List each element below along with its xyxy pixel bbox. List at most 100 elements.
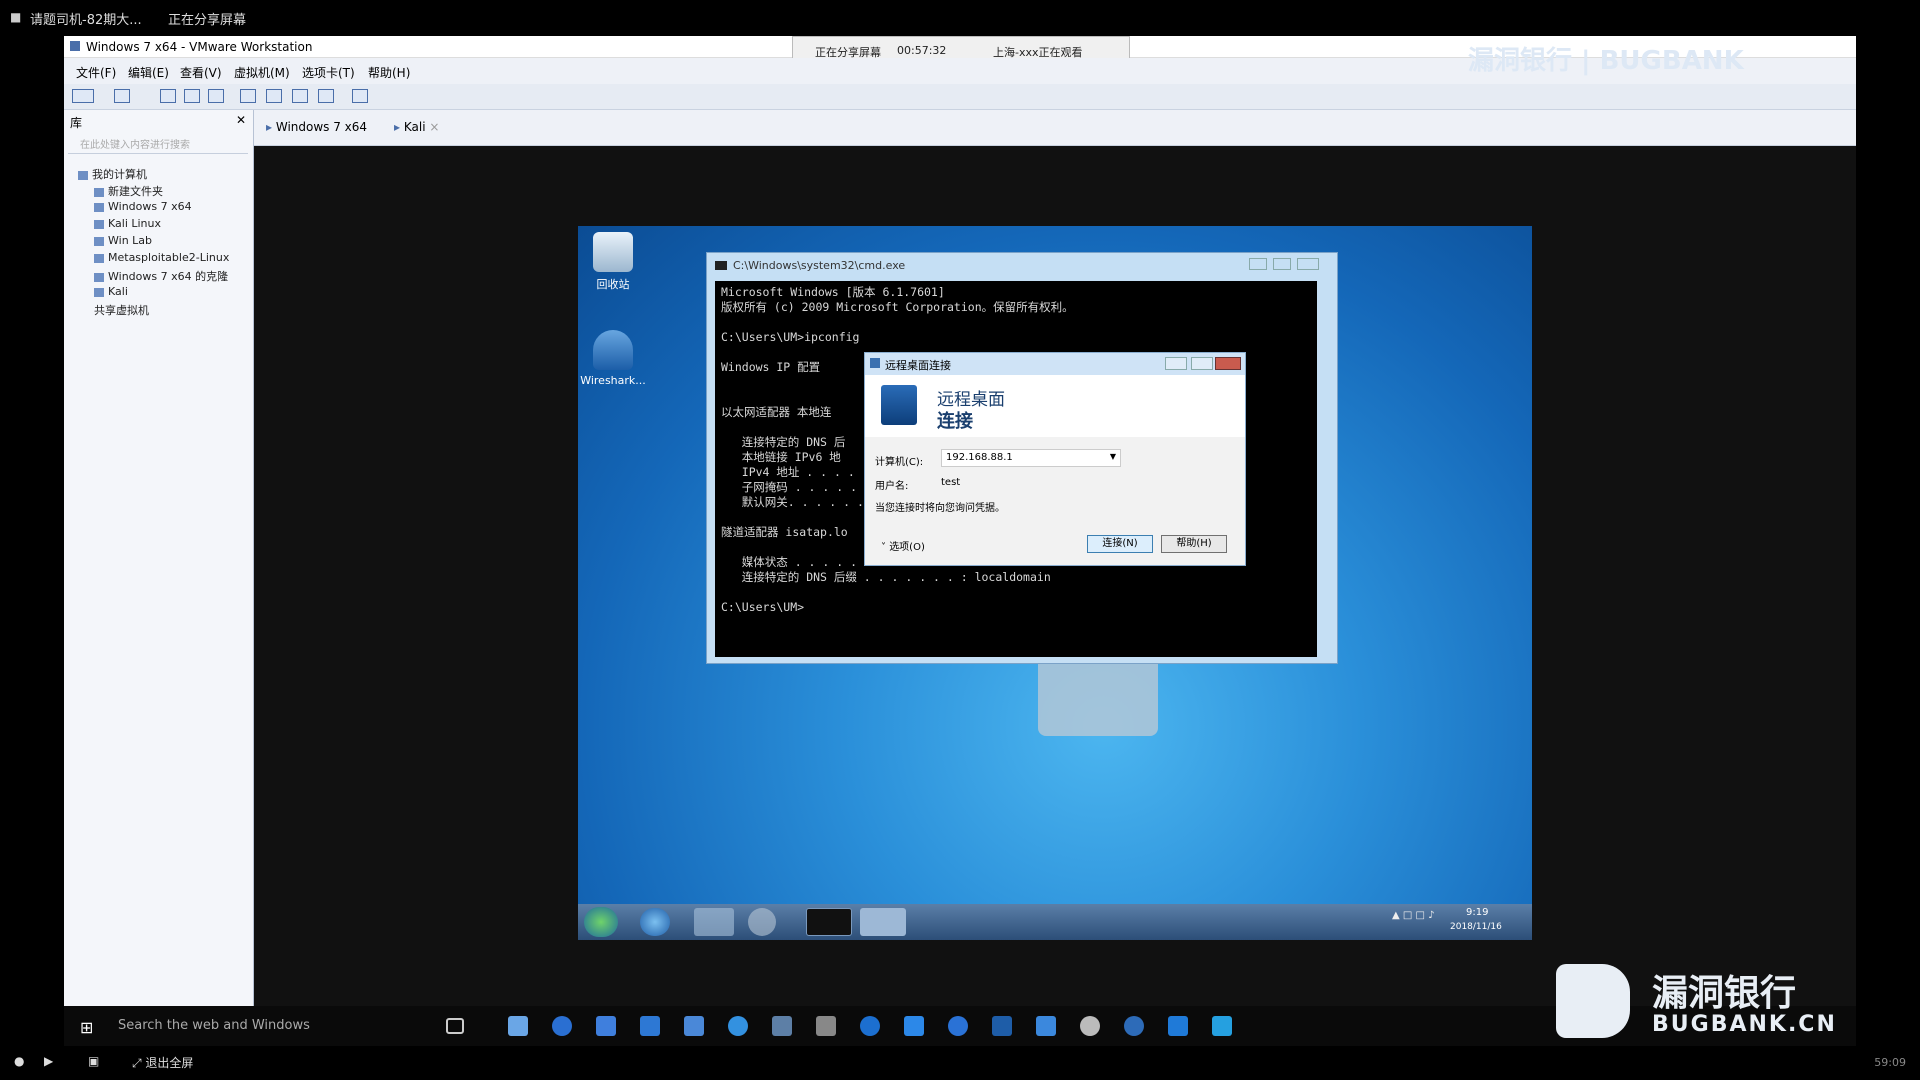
app-icon-10[interactable]	[904, 1016, 924, 1036]
cmd-titlebar[interactable]: C:\Windows\system32\cmd.exe	[707, 253, 1337, 279]
vscode-icon[interactable]	[596, 1016, 616, 1036]
send-keys-icon[interactable]	[114, 89, 130, 103]
tree-shared-vms[interactable]: 共享虚拟机	[94, 302, 149, 318]
menu-view[interactable]: 查看(V)	[180, 64, 222, 81]
thumbnail-bar-icon[interactable]	[266, 89, 282, 103]
tray-icons[interactable]: ▲ □ □ ♪	[1392, 910, 1435, 921]
close-tab-icon[interactable]: ×	[426, 120, 439, 134]
app-icon-9[interactable]	[860, 1016, 880, 1036]
app-icon-5[interactable]	[684, 1016, 704, 1036]
task-view-icon[interactable]	[446, 1018, 464, 1034]
connect-button[interactable]: 连接(N)	[1087, 535, 1153, 553]
computer-field[interactable]: 192.168.88.1 ▼	[941, 449, 1121, 467]
wireshark-icon	[593, 330, 633, 370]
rdp-dialog[interactable]: 远程桌面连接 远程桌面 连接 计算机(C): 192.168.88.1 ▼ 用户…	[864, 352, 1246, 566]
chevron-down-icon[interactable]: ▼	[1110, 452, 1116, 461]
menu-edit[interactable]: 编辑(E)	[128, 64, 169, 81]
calculator-icon[interactable]	[772, 1016, 792, 1036]
camera-off-icon[interactable]: ▣	[88, 1054, 99, 1068]
wireshark-shortcut[interactable]: Wireshark...	[578, 330, 648, 387]
maximize-icon[interactable]	[1191, 357, 1213, 370]
help-button[interactable]: 帮助(H)	[1161, 535, 1227, 553]
library-search-input[interactable]: 在此处键入内容进行搜索	[68, 136, 248, 154]
options-label: 选项(O)	[889, 542, 925, 553]
tree-item-label: 新建文件夹	[108, 185, 163, 198]
show-library-icon[interactable]	[240, 89, 256, 103]
share-timer: 00:57:32	[897, 44, 947, 57]
console-view-icon[interactable]	[352, 89, 368, 103]
computer-icon	[78, 170, 88, 180]
rdp-taskbar-icon[interactable]	[860, 908, 906, 936]
snapshot-manager-icon[interactable]	[208, 89, 224, 103]
speaker-icon[interactable]: ▶	[44, 1054, 53, 1068]
host-search-box[interactable]: Search the web and Windows	[118, 1018, 310, 1033]
ie-icon[interactable]	[640, 908, 670, 936]
meeting-title[interactable]: 请题司机-82期大...	[30, 9, 142, 28]
username-value: test	[941, 477, 961, 488]
menu-file[interactable]: 文件(F)	[76, 64, 116, 81]
tree-root[interactable]: 我的计算机	[78, 166, 147, 182]
options-toggle[interactable]: ˅ 选项(O)	[881, 538, 925, 553]
tab-windows7[interactable]: ▸ Windows 7 x64	[266, 120, 367, 134]
cmd-line: C:\Users\UM>ipconfig	[721, 330, 860, 344]
app-icon-14[interactable]	[1080, 1016, 1100, 1036]
rdp-titlebar[interactable]: 远程桌面连接	[865, 353, 1245, 375]
vmware-taskbar-icon[interactable]	[640, 1016, 660, 1036]
cmd-line: 版权所有 (c) 2009 Microsoft Corporation。保留所有…	[721, 300, 1074, 314]
unity-icon[interactable]	[318, 89, 334, 103]
exit-fullscreen-button[interactable]: ⤢ 退出全屏	[132, 1054, 193, 1071]
snapshot-icon[interactable]	[160, 89, 176, 103]
remote-desktop-icon[interactable]	[1212, 1016, 1232, 1036]
tree-item[interactable]: Kali Linux	[94, 217, 161, 230]
app-icon-13[interactable]	[1036, 1016, 1056, 1036]
file-explorer-icon[interactable]	[508, 1016, 528, 1036]
guest-clock-time: 9:19	[1466, 907, 1489, 918]
host-clock: 59:09	[1874, 1056, 1906, 1069]
revert-snapshot-icon[interactable]	[184, 89, 200, 103]
close-icon[interactable]: ✕	[236, 113, 246, 127]
close-icon[interactable]	[1215, 357, 1241, 370]
tab-kali[interactable]: ▸ Kali ×	[394, 120, 439, 134]
computer-value: 192.168.88.1	[946, 452, 1013, 463]
tree-item-label: Kali Linux	[108, 217, 162, 230]
tree-item[interactable]: Kali	[94, 285, 128, 298]
tab-label: Windows 7 x64	[275, 120, 368, 134]
fullscreen-icon[interactable]	[292, 89, 308, 103]
cmd-taskbar-icon[interactable]	[806, 908, 852, 936]
power-icon[interactable]	[72, 89, 94, 103]
guest-taskbar: ▲ □ □ ♪ 9:19 2018/11/16	[578, 904, 1532, 940]
menu-help[interactable]: 帮助(H)	[368, 64, 410, 81]
windows-start-icon[interactable]: ⊞	[80, 1018, 93, 1037]
tree-item[interactable]: Windows 7 x64 的克隆	[94, 268, 228, 284]
menu-vm[interactable]: 虚拟机(M)	[234, 64, 290, 81]
vm-icon	[94, 272, 104, 282]
tree-item[interactable]: Win Lab	[94, 234, 152, 247]
close-icon[interactable]	[1297, 258, 1319, 270]
app-icon-8[interactable]	[816, 1016, 836, 1036]
steam-icon[interactable]	[992, 1016, 1012, 1036]
start-button-icon[interactable]	[584, 907, 618, 937]
explorer-icon[interactable]	[694, 908, 734, 936]
tree-item[interactable]: 新建文件夹	[94, 183, 163, 199]
tree-item[interactable]: Metasploitable2-Linux	[94, 251, 229, 264]
recycle-bin-shortcut[interactable]: 回收站	[578, 232, 648, 292]
microphone-icon[interactable]: ●	[14, 1054, 24, 1068]
app-icon-11[interactable]	[948, 1016, 968, 1036]
maximize-icon[interactable]	[1273, 258, 1291, 270]
tree-item[interactable]: Windows 7 x64	[94, 200, 192, 213]
rdp-icon	[870, 358, 880, 368]
minimize-icon[interactable]	[1165, 357, 1187, 370]
play-icon: ▸	[266, 120, 276, 134]
settings-icon[interactable]	[728, 1016, 748, 1036]
library-title: 库	[70, 116, 83, 130]
minimize-icon[interactable]	[1249, 258, 1267, 270]
browser-icon[interactable]	[552, 1016, 572, 1036]
edge-icon[interactable]	[1168, 1016, 1188, 1036]
play-icon: ▸	[394, 120, 404, 134]
vm-icon	[94, 219, 104, 229]
menu-tabs[interactable]: 选项卡(T)	[302, 64, 355, 81]
tree-item-label: Kali	[108, 285, 128, 298]
app-icon-15[interactable]	[1124, 1016, 1144, 1036]
media-player-icon[interactable]	[748, 908, 776, 936]
cmd-icon	[715, 261, 727, 270]
